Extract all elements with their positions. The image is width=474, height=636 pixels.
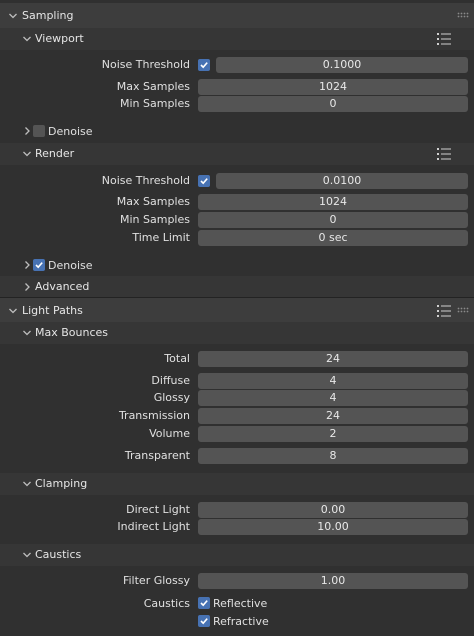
- transmission-label: Transmission: [118, 409, 190, 422]
- volume-label: Volume: [149, 427, 190, 440]
- preset-list-icon[interactable]: [437, 147, 452, 161]
- chevron-down-icon[interactable]: [21, 148, 33, 160]
- chevron-right-icon[interactable]: [21, 281, 33, 293]
- viewport-title: Viewport: [35, 32, 84, 45]
- chevron-down-icon[interactable]: [7, 10, 19, 22]
- indirect-light-label: Indirect Light: [117, 520, 190, 533]
- chevron-right-icon[interactable]: [21, 259, 33, 271]
- diffuse-label: Diffuse: [151, 374, 190, 387]
- direct-light-label: Direct Light: [126, 503, 190, 516]
- reflective-checkbox[interactable]: [198, 597, 210, 609]
- max-samples-label: Max Samples: [116, 195, 190, 208]
- render-denoise-label[interactable]: Denoise: [48, 258, 93, 273]
- viewport-denoise-label[interactable]: Denoise: [48, 124, 93, 139]
- glossy-label: Glossy: [153, 391, 190, 404]
- caustics-title: Caustics: [35, 548, 82, 561]
- filter-glossy-field[interactable]: 1.00: [198, 573, 468, 589]
- indirect-light-field[interactable]: 10.00: [198, 519, 468, 535]
- noise-threshold-field[interactable]: 0.1000: [216, 57, 468, 73]
- sampling-title: Sampling: [22, 9, 74, 22]
- max-samples-field[interactable]: 1024: [198, 194, 468, 210]
- chevron-down-icon[interactable]: [7, 305, 19, 317]
- noise-threshold-field[interactable]: 0.0100: [216, 173, 468, 189]
- clamping-title: Clamping: [35, 477, 88, 490]
- volume-bounces-field[interactable]: 2: [198, 426, 468, 442]
- total-bounces-field[interactable]: 24: [198, 351, 468, 367]
- chevron-right-icon[interactable]: [21, 125, 33, 137]
- chevron-down-icon[interactable]: [21, 33, 33, 45]
- refractive-label[interactable]: Refractive: [213, 614, 269, 629]
- time-limit-field[interactable]: 0 sec: [198, 230, 468, 246]
- min-samples-label: Min Samples: [120, 97, 190, 110]
- min-samples-field[interactable]: 0: [198, 212, 468, 228]
- max-samples-label: Max Samples: [116, 80, 190, 93]
- advanced-title: Advanced: [35, 280, 90, 293]
- preset-list-icon[interactable]: [437, 304, 452, 318]
- transmission-bounces-field[interactable]: 24: [198, 408, 468, 424]
- transparent-bounces-field[interactable]: 8: [198, 448, 468, 464]
- drag-handle-icon[interactable]: [457, 307, 470, 313]
- render-title: Render: [35, 147, 75, 160]
- noise-threshold-checkbox[interactable]: [198, 59, 210, 71]
- refractive-checkbox[interactable]: [198, 615, 210, 627]
- preset-list-icon[interactable]: [437, 32, 452, 46]
- min-samples-field[interactable]: 0: [198, 96, 468, 112]
- noise-threshold-label: Noise Threshold: [101, 174, 190, 187]
- diffuse-bounces-field[interactable]: 4: [198, 373, 468, 389]
- reflective-label[interactable]: Reflective: [213, 596, 267, 611]
- render-denoise-checkbox[interactable]: [33, 259, 45, 271]
- chevron-down-icon[interactable]: [21, 549, 33, 561]
- noise-threshold-label: Noise Threshold: [101, 58, 190, 71]
- viewport-denoise-checkbox[interactable]: [33, 125, 45, 137]
- transparent-label: Transparent: [124, 449, 190, 462]
- glossy-bounces-field[interactable]: 4: [198, 390, 468, 406]
- drag-handle-icon[interactable]: [457, 12, 470, 18]
- filter-glossy-label: Filter Glossy: [122, 574, 190, 587]
- caustics-label: Caustics: [143, 597, 190, 610]
- chevron-down-icon[interactable]: [21, 327, 33, 339]
- min-samples-label: Min Samples: [120, 213, 190, 226]
- direct-light-field[interactable]: 0.00: [198, 502, 468, 518]
- time-limit-label: Time Limit: [132, 231, 190, 244]
- light-paths-title: Light Paths: [22, 304, 83, 317]
- chevron-down-icon[interactable]: [21, 478, 33, 490]
- max-bounces-title: Max Bounces: [35, 326, 109, 339]
- total-label: Total: [164, 352, 190, 365]
- noise-threshold-checkbox[interactable]: [198, 175, 210, 187]
- max-samples-field[interactable]: 1024: [198, 79, 468, 95]
